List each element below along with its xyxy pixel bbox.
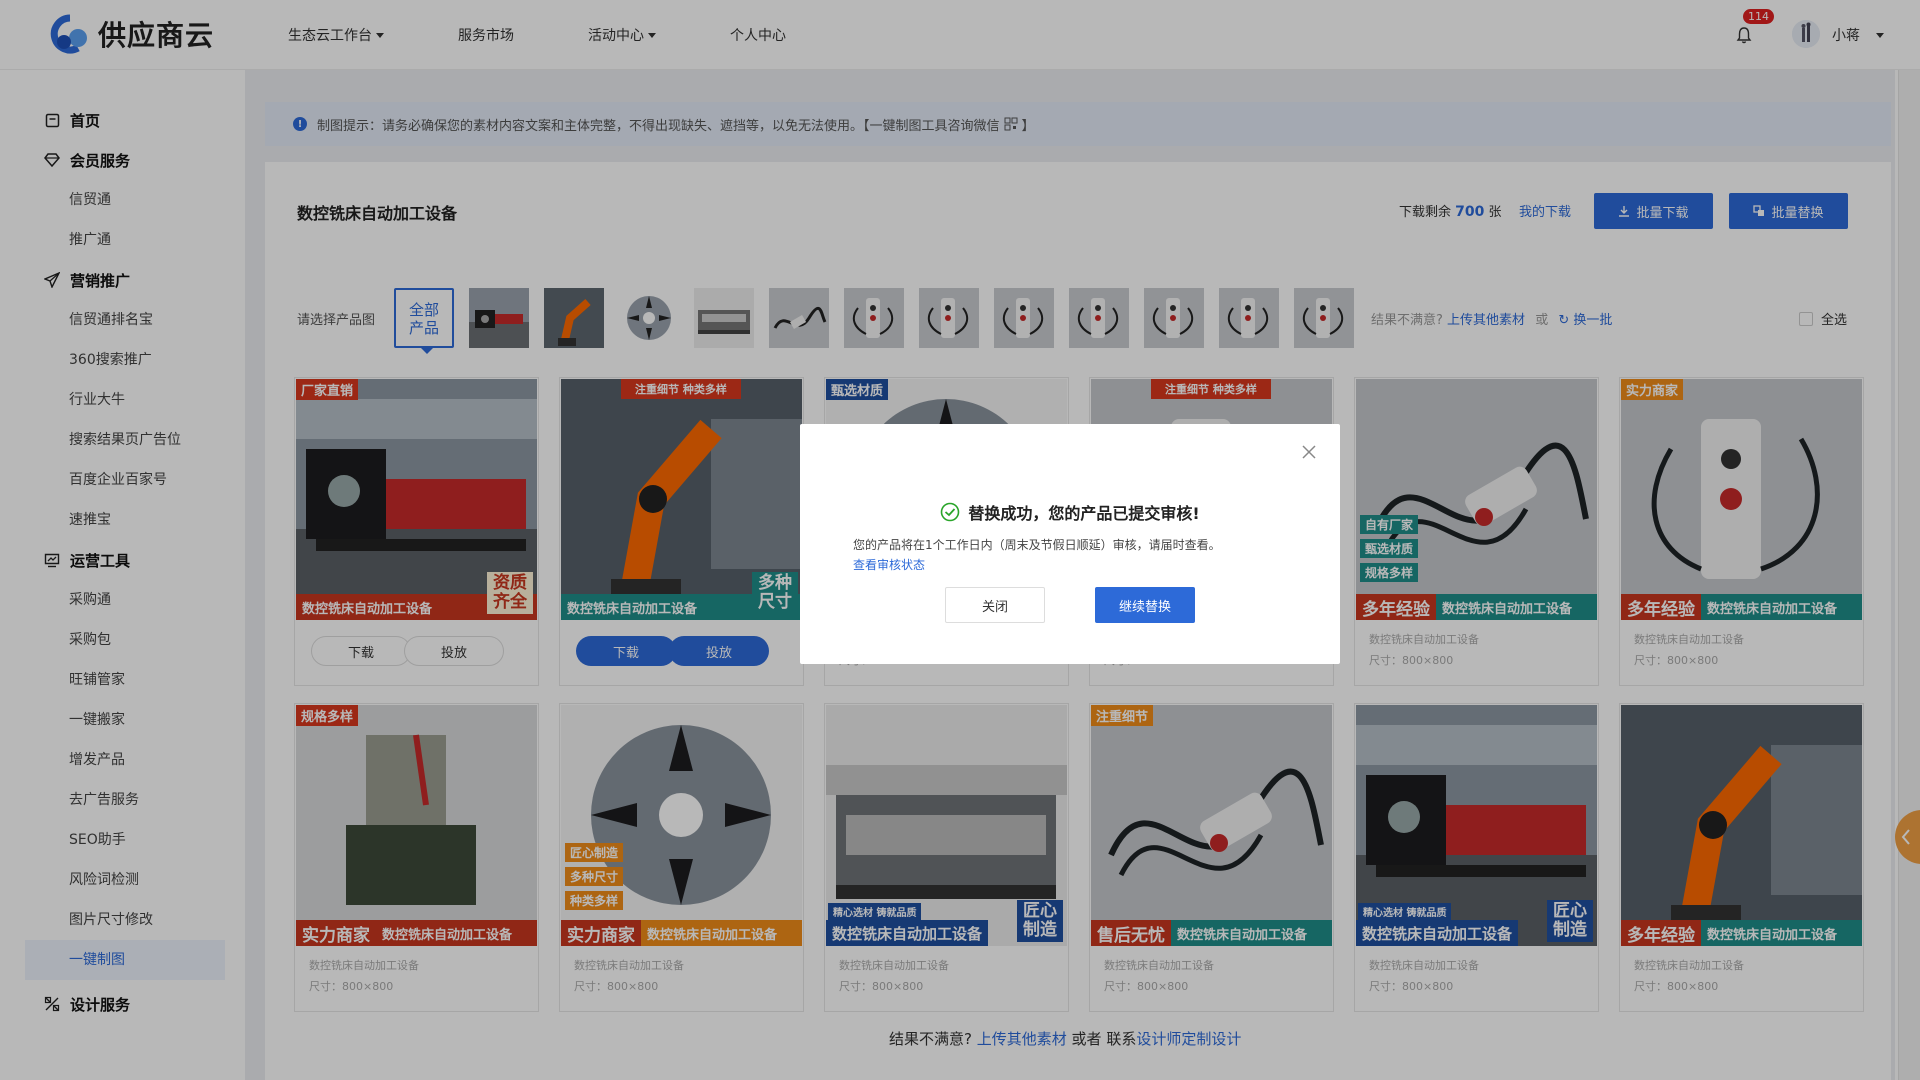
replace-success-dialog: 替换成功，您的产品已提交审核! 您的产品将在1个工作日内（周末及节假日顺延）审核… <box>800 424 1340 664</box>
dialog-description: 您的产品将在1个工作日内（周末及节假日顺延）审核，请届时查看。 <box>853 538 1221 552</box>
continue-replace-button[interactable]: 继续替换 <box>1095 587 1195 623</box>
view-review-status-link[interactable]: 查看审核状态 <box>853 556 925 573</box>
dialog-title-text: 替换成功，您的产品已提交审核! <box>968 504 1200 523</box>
close-button[interactable]: 关闭 <box>945 587 1045 623</box>
close-icon[interactable] <box>1301 444 1317 460</box>
success-check-icon <box>941 502 960 522</box>
dialog-title: 替换成功，您的产品已提交审核! <box>800 500 1340 524</box>
